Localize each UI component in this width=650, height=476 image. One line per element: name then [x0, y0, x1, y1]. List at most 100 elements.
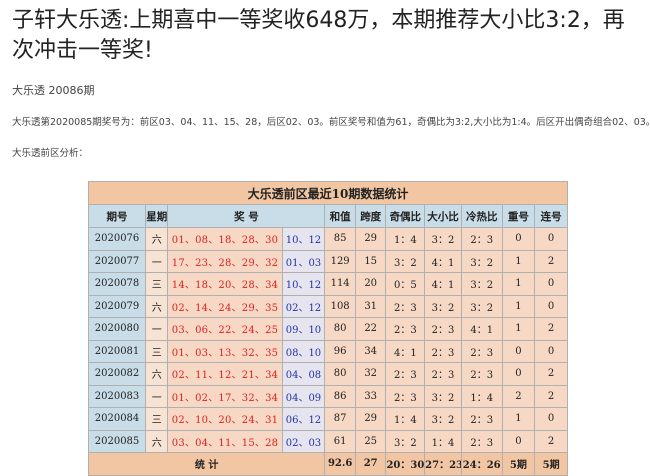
header-week: 星期: [145, 204, 169, 228]
table-row: 2020076 六 01、08、18、28、30 10、12 85 29 1：4 3：2 2：3…: [87, 227, 568, 251]
cell-week: 六: [145, 294, 169, 318]
cell-front-numbers: 14、18、20、28、34: [167, 272, 283, 296]
cell-back-numbers: 01、03: [281, 249, 326, 273]
cell-odd-even: 1：4: [385, 407, 426, 431]
stats-table-container: 大乐透前区最近10期数据统计 期号 星期 奖 号 和值 跨度 奇偶比 大小比 冷…: [87, 181, 568, 476]
cell-cold-hot: 2：3: [460, 429, 503, 453]
cell-span: 34: [354, 339, 387, 363]
cell-consecutive: 2: [534, 429, 568, 453]
cell-cold-hot: 2：3: [460, 362, 503, 386]
cell-span: 31: [354, 294, 387, 318]
table-row: 2020077 一 17、23、28、29、32 01、03 129 15 3：2 4：1 3：…: [87, 249, 568, 273]
cell-big-small: 4：1: [424, 272, 462, 296]
table-row: 2020082 六 02、11、12、21、34 04、08 80 32 2：3 2：3 2：3…: [87, 362, 568, 386]
analysis-label: 大乐透前区分析：: [12, 148, 89, 159]
cell-sum: 87: [324, 407, 356, 431]
cell-cold-hot: 2：3: [460, 407, 503, 431]
table-row: 2020085 六 03、04、11、15、28 02、03 61 25 3：2 1：4 2：3…: [87, 429, 568, 453]
cell-odd-even: 2：3: [385, 362, 426, 386]
stats-table: 大乐透前区最近10期数据统计 期号 星期 奖 号 和值 跨度 奇偶比 大小比 冷…: [87, 181, 568, 476]
cell-sum: 108: [324, 294, 356, 318]
cell-consecutive: 2: [534, 249, 568, 273]
cell-cold-hot: 3：2: [460, 272, 503, 296]
cell-back-numbers: 04、09: [281, 384, 326, 408]
header-big-small: 大小比: [424, 204, 462, 228]
cell-issue: 2020084: [87, 407, 147, 431]
cell-consecutive: 0: [534, 339, 568, 363]
cell-big-small: 4：1: [424, 249, 462, 273]
cell-consecutive: 0: [534, 294, 568, 318]
cell-odd-even: 2：3: [385, 317, 426, 341]
cell-issue: 2020082: [87, 362, 147, 386]
header-sum: 和值: [324, 204, 356, 228]
cell-week: 三: [145, 339, 169, 363]
cell-span: 20: [354, 272, 387, 296]
header-numbers: 奖 号: [167, 204, 326, 228]
cell-front-numbers: 03、04、11、15、28: [167, 429, 283, 453]
cell-front-numbers: 02、10、20、24、31: [167, 407, 283, 431]
cell-big-small: 3：2: [424, 294, 462, 318]
table-row: 2020080 一 03、06、22、24、25 09、10 80 22 2：3 2：3 4：1…: [87, 317, 568, 341]
header-cold-hot: 冷热比: [460, 204, 503, 228]
total-consecutive: 5期: [534, 452, 568, 476]
cell-span: 25: [354, 429, 387, 453]
cell-big-small: 3：2: [424, 407, 462, 431]
cell-repeat: 0: [501, 339, 536, 363]
cell-sum: 96: [324, 339, 356, 363]
cell-issue: 2020080: [87, 317, 147, 341]
cell-big-small: 3：2: [424, 384, 462, 408]
cell-week: 一: [145, 317, 169, 341]
table-total-row: 统 计 92.6 27 20：30 27：23 24：26 5期 5期: [87, 452, 568, 476]
cell-back-numbers: 02、03: [281, 429, 326, 453]
cell-span: 29: [354, 227, 387, 251]
total-cold-hot: 24：26: [460, 452, 503, 476]
cell-week: 六: [145, 227, 169, 251]
article-subtitle: 大乐透 20086期: [12, 84, 95, 97]
cell-front-numbers: 17、23、28、29、32: [167, 249, 283, 273]
cell-big-small: 2：3: [424, 317, 462, 341]
table-row: 2020081 三 01、03、13、32、35 08、10 96 34 4：1 2：3 2：3…: [87, 339, 568, 363]
cell-repeat: 2: [501, 384, 536, 408]
cell-sum: 80: [324, 362, 356, 386]
total-big-small: 27：23: [424, 452, 462, 476]
cell-span: 29: [354, 407, 387, 431]
cell-front-numbers: 01、03、13、32、35: [167, 339, 283, 363]
header-issue: 期号: [87, 204, 147, 228]
total-label: 统 计: [87, 452, 326, 476]
cell-span: 15: [354, 249, 387, 273]
cell-odd-even: 3：2: [385, 249, 426, 273]
cell-repeat: 0: [501, 429, 536, 453]
table-row: 2020079 六 02、14、24、29、35 02、12 108 31 2：3 3：2 3：…: [87, 294, 568, 318]
cell-consecutive: 2: [534, 317, 568, 341]
cell-issue: 2020076: [87, 227, 147, 251]
cell-cold-hot: 2：3: [460, 339, 503, 363]
cell-back-numbers: 04、08: [281, 362, 326, 386]
header-repeat: 重号: [501, 204, 536, 228]
table-row: 2020078 三 14、18、20、28、34 10、12 114 20 0：5 4：1 3：…: [87, 272, 568, 296]
cell-sum: 85: [324, 227, 356, 251]
cell-front-numbers: 01、08、18、28、30: [167, 227, 283, 251]
cell-back-numbers: 10、12: [281, 227, 326, 251]
cell-issue: 2020079: [87, 294, 147, 318]
cell-issue: 2020081: [87, 339, 147, 363]
cell-repeat: 0: [501, 362, 536, 386]
header-odd-even: 奇偶比: [385, 204, 426, 228]
cell-back-numbers: 02、12: [281, 294, 326, 318]
cell-front-numbers: 01、02、17、32、34: [167, 384, 283, 408]
cell-odd-even: 2：3: [385, 384, 426, 408]
cell-issue: 2020085: [87, 429, 147, 453]
cell-week: 三: [145, 407, 169, 431]
cell-span: 32: [354, 362, 387, 386]
cell-back-numbers: 10、12: [281, 272, 326, 296]
draw-summary: 大乐透第2020085期奖号为：前区03、04、11、15、28，后区02、03…: [12, 117, 650, 128]
cell-sum: 61: [324, 429, 356, 453]
cell-issue: 2020077: [87, 249, 147, 273]
cell-consecutive: 2: [534, 362, 568, 386]
cell-span: 22: [354, 317, 387, 341]
cell-sum: 86: [324, 384, 356, 408]
cell-odd-even: 1：4: [385, 227, 426, 251]
cell-consecutive: 0: [534, 407, 568, 431]
cell-repeat: 1: [501, 249, 536, 273]
cell-issue: 2020078: [87, 272, 147, 296]
table-row: 2020083 一 01、02、17、32、34 04、09 86 33 2：3 3：2 1：4…: [87, 384, 568, 408]
